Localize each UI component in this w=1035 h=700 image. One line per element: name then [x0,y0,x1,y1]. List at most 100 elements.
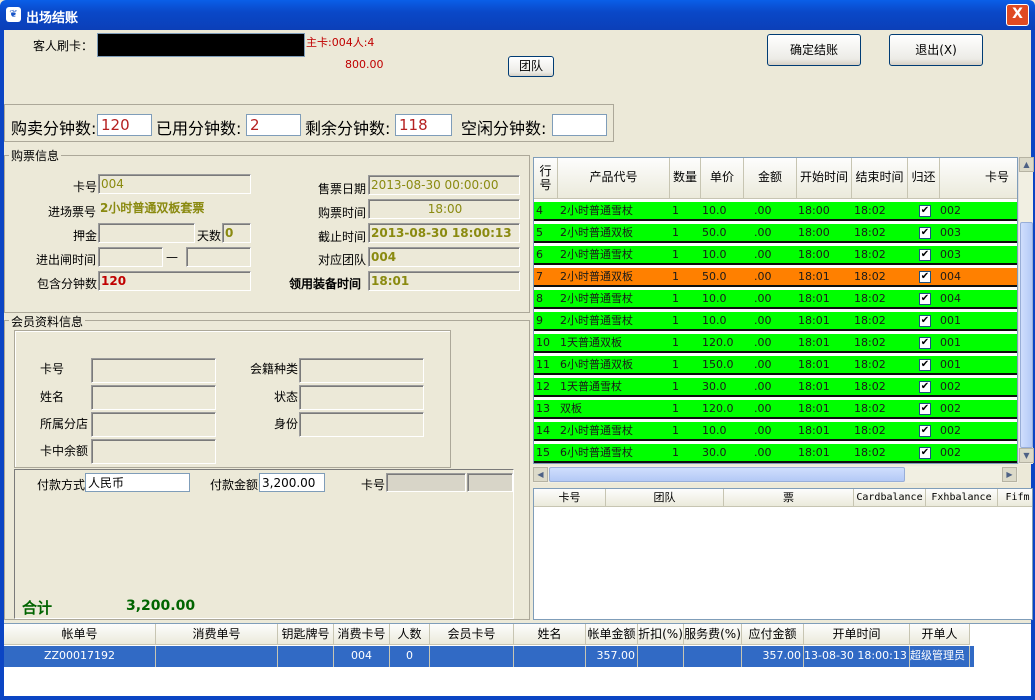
exit-button[interactable]: 退出(X) [889,34,983,66]
grid-header-product[interactable]: 产品代号 [558,158,670,199]
team-field[interactable]: 004 [368,247,520,267]
sale-date-field[interactable]: 2013-08-30 00:00:00 [368,175,520,195]
scroll-down-icon[interactable]: ▼ [1019,448,1034,463]
member-card-field[interactable] [91,358,216,383]
deposit-field[interactable] [98,223,195,243]
confirm-checkout-button[interactable]: 确定结账 [767,34,861,66]
grid-row[interactable]: 14 2小时普通雪杖 1 10.0 .00 18:01 18:02 002 ✔ [534,422,1017,441]
bill-row[interactable]: ZZ00017192 004 0 357.00 357.00 13-08-30 18:00… [4,646,974,667]
grid-row[interactable]: 12 1天普通雪杖 1 30.0 .00 18:01 18:02 002 ✔ [534,378,1017,397]
bill-header-7[interactable]: 帐单金额 [586,624,638,645]
return-checkbox[interactable]: ✔ [919,403,931,415]
grid-header-end-time[interactable]: 结束时间 [852,158,908,199]
return-checkbox[interactable]: ✔ [919,205,931,217]
bill-grid[interactable]: 帐单号 消费单号 钥匙牌号 消费卡号 人数 会员卡号 姓名 帐单金额 折扣(%) 服务费(%) 应付… [4,623,1031,696]
included-minutes-field[interactable]: 120 [98,271,251,291]
grid-header-return[interactable]: 归还 [908,158,940,199]
idle-minutes-field[interactable] [552,114,607,136]
grid-row[interactable]: 13 双板 1 120.0 .00 18:01 18:02 002 ✔ [534,400,1017,419]
grid-row[interactable]: 9 2小时普通雪杖 1 10.0 .00 18:01 18:02 001 ✔ [534,312,1017,331]
purchase-time-field[interactable]: 18:00 [368,199,520,219]
grid-vscroll-thumb[interactable] [1020,222,1033,448]
remaining-minutes-field[interactable]: 118 [395,114,452,136]
scroll-right-icon[interactable]: ▶ [1002,467,1017,482]
deadline-field[interactable]: 2013-08-30 18:00:13 [368,223,520,243]
return-checkbox[interactable]: ✔ [919,447,931,459]
grid-header-price[interactable]: 单价 [701,158,744,199]
bill-header-3[interactable]: 消费卡号 [334,624,390,645]
membership-type-field[interactable] [299,358,424,383]
bill-header-4[interactable]: 人数 [390,624,430,645]
grid-row[interactable]: 10 1天普通双板 1 120.0 .00 18:01 18:02 001 ✔ [534,334,1017,353]
bill-header-6[interactable]: 姓名 [514,624,586,645]
team-button[interactable]: 团队 [508,56,554,77]
bill-header-12[interactable]: 开单人 [910,624,970,645]
bill-header-1[interactable]: 消费单号 [156,624,278,645]
grid-row[interactable]: 5 2小时普通双板 1 50.0 .00 18:00 18:02 003 ✔ [534,224,1017,243]
balance-header-fxhbalance[interactable]: Fxhbalance [926,489,998,507]
balance-header-fifm[interactable]: Fifm [998,489,1032,507]
return-checkbox[interactable]: ✔ [919,337,931,349]
grid-header-row-no[interactable]: 行号 [534,158,558,199]
close-button[interactable]: X [1006,4,1029,26]
payment-amount-field[interactable]: 3,200.00 [259,473,325,492]
ticket-card-no-field[interactable]: 004 [98,174,251,194]
grid-header-card[interactable]: 卡号 [940,158,1017,199]
payment-method-field[interactable]: 人民币 [85,473,190,492]
scroll-up-icon[interactable]: ▲ [1019,157,1034,172]
bill-header-0[interactable]: 帐单号 [4,624,156,645]
bill-header-10[interactable]: 应付金额 [742,624,804,645]
grid-cell-qty: 1 [672,292,679,305]
balance-header-card[interactable]: 卡号 [534,489,606,507]
scroll-left-icon[interactable]: ◀ [533,467,548,482]
bill-header-11[interactable]: 开单时间 [804,624,910,645]
member-identity-field[interactable] [299,412,424,437]
bill-header-9[interactable]: 服务费(%) [684,624,742,645]
member-status-field[interactable] [299,385,424,410]
return-checkbox[interactable]: ✔ [919,227,931,239]
grid-row[interactable]: 8 2小时普通雪杖 1 10.0 .00 18:01 18:02 004 ✔ [534,290,1017,309]
grid-horizontal-scrollbar[interactable]: ◀ ▶ [533,466,1018,483]
grid-cell-amount: .00 [754,402,772,415]
equipment-grid[interactable]: 行号 产品代号 数量 单价 金额 开始时间 结束时间 归还 卡号 4 2小时普通雪… [533,157,1018,464]
return-checkbox[interactable]: ✔ [919,381,931,393]
bill-header-8[interactable]: 折扣(%) [638,624,684,645]
payment-card-label: 卡号 [361,478,386,492]
member-name-field[interactable] [91,385,216,410]
grid-row[interactable]: 4 2小时普通雪杖 1 10.0 .00 18:00 18:02 002 ✔ [534,202,1017,221]
days-field[interactable]: 0 [222,223,251,243]
gate-in-time-field[interactable] [98,247,163,267]
member-balance-field[interactable] [91,439,216,464]
bill-header-2[interactable]: 钥匙牌号 [278,624,334,645]
equip-time-field[interactable]: 18:01 [368,271,520,291]
card-swipe-input[interactable] [97,33,305,57]
payment-card-field[interactable] [386,473,466,492]
grid-header-amount[interactable]: 金额 [744,158,797,199]
return-checkbox[interactable]: ✔ [919,425,931,437]
return-checkbox[interactable]: ✔ [919,359,931,371]
return-checkbox[interactable]: ✔ [919,271,931,283]
balance-header-cardbalance[interactable]: Cardbalance [854,489,926,507]
grid-row[interactable]: 6 2小时普通雪杖 1 10.0 .00 18:00 18:02 003 ✔ [534,246,1017,265]
bought-minutes-field[interactable]: 120 [97,114,152,136]
return-checkbox[interactable]: ✔ [919,293,931,305]
grid-row[interactable]: 11 6小时普通双板 1 150.0 .00 18:01 18:02 001 ✔ [534,356,1017,375]
return-checkbox[interactable]: ✔ [919,249,931,261]
return-checkbox[interactable]: ✔ [919,315,931,327]
grid-header-qty[interactable]: 数量 [670,158,701,199]
grid-cell-end: 18:02 [854,380,886,393]
grid-hscroll-thumb[interactable] [549,467,905,482]
balance-header-team[interactable]: 团队 [606,489,724,507]
ticket-type-field[interactable]: 2小时普通双板套票 [98,199,251,219]
gate-out-time-field[interactable] [186,247,251,267]
used-minutes-field[interactable]: 2 [246,114,301,136]
grid-row[interactable]: 7 2小时普通双板 1 50.0 .00 18:01 18:02 004 ✔ [534,268,1017,287]
balance-header-ticket[interactable]: 票 [724,489,854,507]
grid-row[interactable]: 15 6小时普通雪杖 1 30.0 .00 18:01 18:02 002 ✔ [534,444,1017,463]
balance-grid[interactable]: 卡号 团队 票 Cardbalance Fxhbalance Fifm [533,488,1033,620]
payment-card-extra-field[interactable] [467,473,513,492]
grid-header-start-time[interactable]: 开始时间 [797,158,852,199]
member-branch-field[interactable] [91,412,216,437]
bill-header-5[interactable]: 会员卡号 [430,624,514,645]
grid-vertical-scrollbar[interactable]: ▲ ▼ [1018,157,1034,464]
